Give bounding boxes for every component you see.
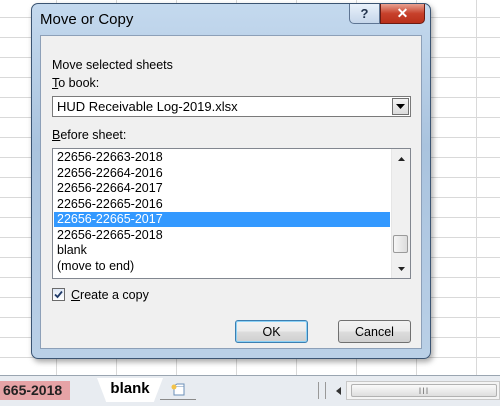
dropdown-button[interactable] — [392, 98, 409, 115]
list-scrollbar[interactable] — [391, 149, 410, 278]
horizontal-scroll-thumb[interactable]: III — [351, 384, 497, 397]
sheet-tab-bar: 665-2018 blank III — [0, 375, 500, 406]
chevron-down-icon — [396, 103, 405, 109]
sheet-tab-active[interactable]: blank — [97, 378, 163, 402]
before-sheet-list[interactable]: 22656-22663-2018 22656-22664-2016 22656-22… — [52, 148, 411, 279]
scroll-up-button[interactable] — [392, 150, 410, 167]
sheet-list-item[interactable]: 22656-22664-2017 — [54, 181, 390, 196]
create-copy-label-text: Create a copy — [71, 288, 149, 302]
scroll-up-icon — [397, 156, 405, 161]
to-book-label: To book: — [52, 76, 99, 90]
sheet-list-item[interactable]: 22656-22665-2016 — [54, 197, 390, 212]
move-selected-label: Move selected sheets — [52, 58, 173, 72]
title-bar-buttons: ? ✕ — [349, 4, 425, 25]
list-scroll-thumb[interactable] — [393, 235, 408, 253]
ok-button[interactable]: OK — [235, 320, 308, 343]
scroll-left-icon — [335, 386, 341, 395]
sheet-tab-prev[interactable]: 665-2018 — [0, 381, 70, 400]
move-or-copy-dialog: Move or Copy ? ✕ Move selected sheets To… — [31, 3, 431, 359]
to-book-label-text: To book: — [52, 76, 100, 90]
sheet-list-item[interactable]: (move to end) — [54, 259, 390, 274]
tab-split-handle[interactable] — [318, 382, 326, 399]
before-sheet-label: Before sheet: — [52, 128, 126, 142]
scroll-down-button[interactable] — [392, 260, 410, 277]
before-sheet-label-text: Before sheet: — [52, 128, 127, 142]
close-icon: ✕ — [396, 5, 409, 21]
to-book-value: HUD Receivable Log-2019.xlsx — [57, 99, 238, 114]
scroll-left-button[interactable] — [330, 382, 346, 399]
dialog-title: Move or Copy — [40, 11, 134, 28]
dialog-body: Move selected sheets To book: HUD Receiv… — [40, 35, 422, 349]
create-copy-checkbox[interactable] — [52, 288, 65, 301]
cancel-button[interactable]: Cancel — [338, 320, 411, 343]
sheet-list-item[interactable]: 22656-22664-2016 — [54, 166, 390, 181]
sheet-list-item[interactable]: 22656-22665-2017 — [54, 212, 390, 227]
help-button[interactable]: ? — [349, 4, 380, 24]
checkmark-icon — [54, 290, 63, 299]
sheet-list-item[interactable]: 22656-22665-2018 — [54, 228, 390, 243]
scroll-grip-icon: III — [418, 385, 430, 396]
sheet-list-item[interactable]: blank — [54, 243, 390, 258]
sheet-list-item[interactable]: 22656-22663-2018 — [54, 150, 390, 165]
create-copy-label[interactable]: Create a copy — [71, 288, 149, 302]
horizontal-scrollbar[interactable]: III — [346, 381, 500, 400]
to-book-dropdown[interactable]: HUD Receivable Log-2019.xlsx — [52, 96, 411, 117]
new-sheet-button[interactable] — [160, 381, 196, 400]
close-button[interactable]: ✕ — [380, 4, 425, 24]
scroll-down-icon — [397, 266, 405, 271]
new-sheet-icon — [171, 383, 185, 396]
help-icon: ? — [360, 6, 369, 21]
